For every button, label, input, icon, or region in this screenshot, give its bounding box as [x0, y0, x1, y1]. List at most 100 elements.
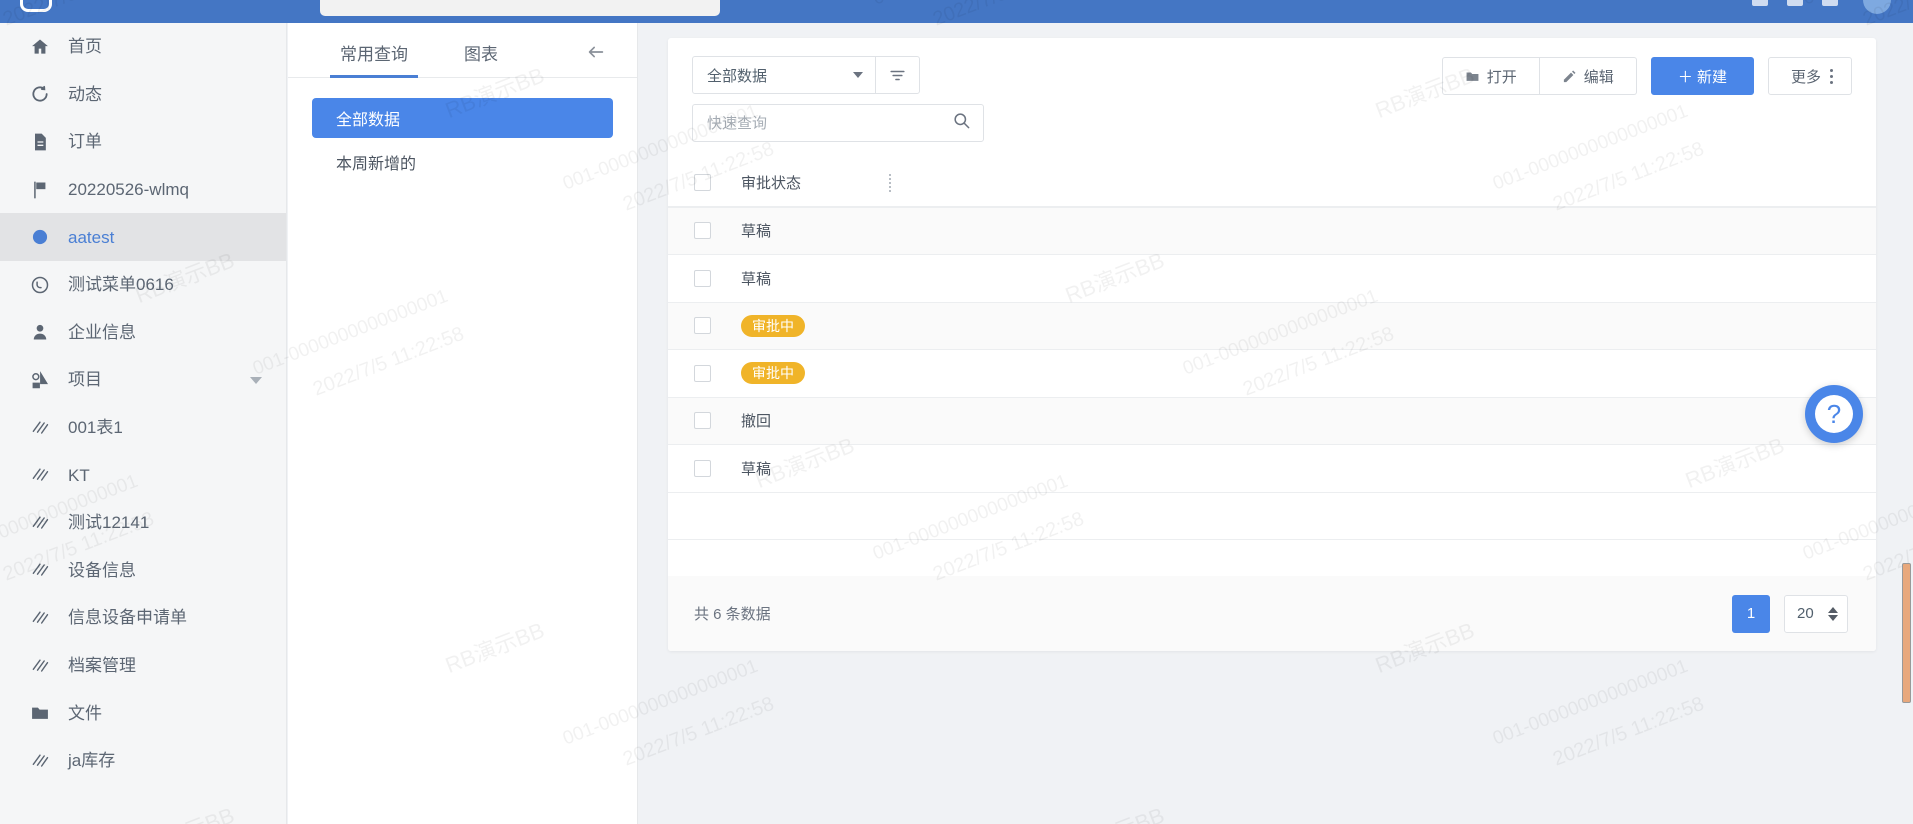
quick-search-box[interactable]	[692, 104, 984, 142]
sidebar-item-20220526-wlmq[interactable]: 20220526-wlmq	[0, 166, 286, 214]
activity-icon	[28, 82, 52, 106]
table-icon	[28, 606, 52, 630]
sidebar-item-label: 档案管理	[68, 656, 136, 676]
sidebar-item-files[interactable]: 文件	[0, 689, 286, 737]
scrollbar-thumb[interactable]	[1902, 563, 1911, 703]
table-row[interactable]: 草稿	[668, 207, 1876, 255]
sidebar-item-activity[interactable]: 动态	[0, 71, 286, 119]
table-row[interactable]: 草稿	[668, 255, 1876, 303]
sidebar-item-ja-inventory[interactable]: ja库存	[0, 737, 286, 785]
sidebar-item-test-12141[interactable]: 测试12141	[0, 499, 286, 547]
status-badge: 审批中	[741, 362, 805, 385]
main-content: 全部数据 快速查询 打开 编辑 ＋ 新建 更多 审批状态 草稿 草稿 审批中 审…	[639, 23, 1913, 824]
table-row[interactable]: 撤回	[668, 397, 1876, 445]
sidebar-item-label: 20220526-wlmq	[68, 180, 189, 200]
column-menu-icon[interactable]	[889, 173, 891, 192]
sidebar-item-label: 订单	[68, 132, 102, 152]
sidebar-item-device-request-form[interactable]: 信息设备申请单	[0, 594, 286, 642]
page-size-select[interactable]: 20	[1784, 594, 1848, 633]
chat-icon	[28, 273, 52, 297]
pagination: 1 20	[1732, 594, 1848, 633]
edit-button[interactable]: 编辑	[1539, 57, 1637, 95]
query-list: 全部数据 本周新增的	[288, 78, 637, 182]
table-header-row: 审批状态	[668, 160, 1876, 208]
table-icon	[28, 654, 52, 678]
table-icon	[28, 749, 52, 773]
new-button-label: ＋ 新建	[1677, 68, 1727, 86]
cell-approval-status: 草稿	[741, 460, 772, 478]
notification-icon[interactable]	[1752, 0, 1768, 6]
sidebar-item-device-info[interactable]: 设备信息	[0, 547, 286, 595]
row-checkbox[interactable]	[694, 222, 711, 240]
apps-icon[interactable]	[1787, 0, 1803, 6]
row-checkbox[interactable]	[694, 459, 711, 477]
sidebar-item-label: 测试菜单0616	[68, 275, 174, 295]
row-checkbox[interactable]	[694, 364, 711, 382]
dataset-select-main[interactable]: 全部数据	[693, 57, 875, 93]
table-row[interactable]: 审批中	[668, 350, 1876, 398]
cell-approval-status: 草稿	[741, 270, 772, 288]
dataset-select[interactable]: 全部数据	[692, 56, 920, 94]
sidebar-item-aatest[interactable]: aatest	[0, 213, 286, 261]
filter-button[interactable]	[875, 57, 919, 93]
toolbar-left-group: 全部数据	[692, 56, 984, 142]
tab-common-query[interactable]: 常用查询	[330, 40, 418, 78]
app-logo-icon	[20, 0, 52, 12]
total-count-label: 共 6 条数据	[694, 606, 771, 623]
new-button[interactable]: ＋ 新建	[1650, 57, 1754, 95]
page-button-1[interactable]: 1	[1732, 594, 1770, 633]
help-top-icon[interactable]	[1822, 0, 1838, 6]
sidebar-item-kt[interactable]: KT	[0, 451, 286, 499]
query-item-all-data[interactable]: 全部数据	[312, 98, 613, 138]
edit-button-label: 编辑	[1583, 68, 1614, 86]
flag-icon	[28, 178, 52, 202]
document-icon	[28, 130, 52, 154]
global-search-input[interactable]	[320, 0, 720, 16]
column-header-approval-status[interactable]: 审批状态	[741, 172, 801, 193]
sidebar-item-label: 001表1	[68, 418, 123, 438]
sidebar-item-label: 首页	[68, 37, 102, 57]
row-checkbox[interactable]	[694, 412, 711, 430]
folder-icon	[1465, 69, 1480, 84]
sidebar-item-project[interactable]: 项目	[0, 356, 286, 404]
table-row[interactable]: 草稿	[668, 445, 1876, 493]
circle-icon	[28, 225, 52, 249]
home-icon	[28, 35, 52, 59]
sidebar-item-order[interactable]: 订单	[0, 118, 286, 166]
search-input[interactable]	[707, 114, 952, 132]
stepper-icon[interactable]	[1828, 606, 1838, 621]
pencil-icon	[1562, 69, 1577, 84]
search-icon[interactable]	[952, 111, 971, 135]
query-panel: 常用查询 图表 全部数据 本周新增的	[288, 23, 638, 824]
chevron-down-icon	[853, 72, 863, 78]
table-row[interactable]: 审批中	[668, 302, 1876, 350]
sidebar-item-label: 项目	[68, 370, 102, 390]
sidebar-item-001-table1[interactable]: 001表1	[0, 404, 286, 452]
open-button[interactable]: 打开	[1441, 57, 1540, 95]
row-checkbox[interactable]	[694, 317, 711, 335]
sidebar-item-home[interactable]: 首页	[0, 23, 286, 71]
sidebar-item-archive-management[interactable]: 档案管理	[0, 642, 286, 690]
tab-charts[interactable]: 图表	[464, 40, 498, 77]
data-card: 全部数据 快速查询 打开 编辑 ＋ 新建 更多 审批状态 草稿 草稿 审批中 审…	[668, 38, 1876, 651]
help-button[interactable]: ?	[1805, 385, 1863, 443]
avatar[interactable]	[1863, 0, 1891, 14]
sidebar-item-enterprise-info[interactable]: 企业信息	[0, 309, 286, 357]
collapse-panel-button[interactable]	[583, 39, 609, 65]
sidebar-item-test-menu-0616[interactable]: 测试菜单0616	[0, 261, 286, 309]
open-edit-button-group: 打开 编辑	[1441, 57, 1637, 95]
row-checkbox[interactable]	[694, 269, 711, 287]
sidebar-item-label: aatest	[68, 227, 115, 247]
select-all-checkbox[interactable]	[694, 174, 711, 192]
cell-approval-status: 撤回	[741, 413, 772, 431]
toolbar-right-group: 打开 编辑 ＋ 新建 更多	[1441, 57, 1852, 95]
more-button[interactable]: 更多	[1767, 57, 1852, 95]
table-icon	[28, 558, 52, 582]
table-icon	[28, 416, 52, 440]
query-item-this-week[interactable]: 本周新增的	[312, 142, 613, 182]
table-icon	[28, 511, 52, 535]
status-badge: 审批中	[741, 314, 805, 337]
chevron-down-icon[interactable]	[250, 376, 262, 384]
sidebar-item-label: KT	[68, 465, 90, 485]
page-scrollbar[interactable]	[1899, 23, 1913, 824]
